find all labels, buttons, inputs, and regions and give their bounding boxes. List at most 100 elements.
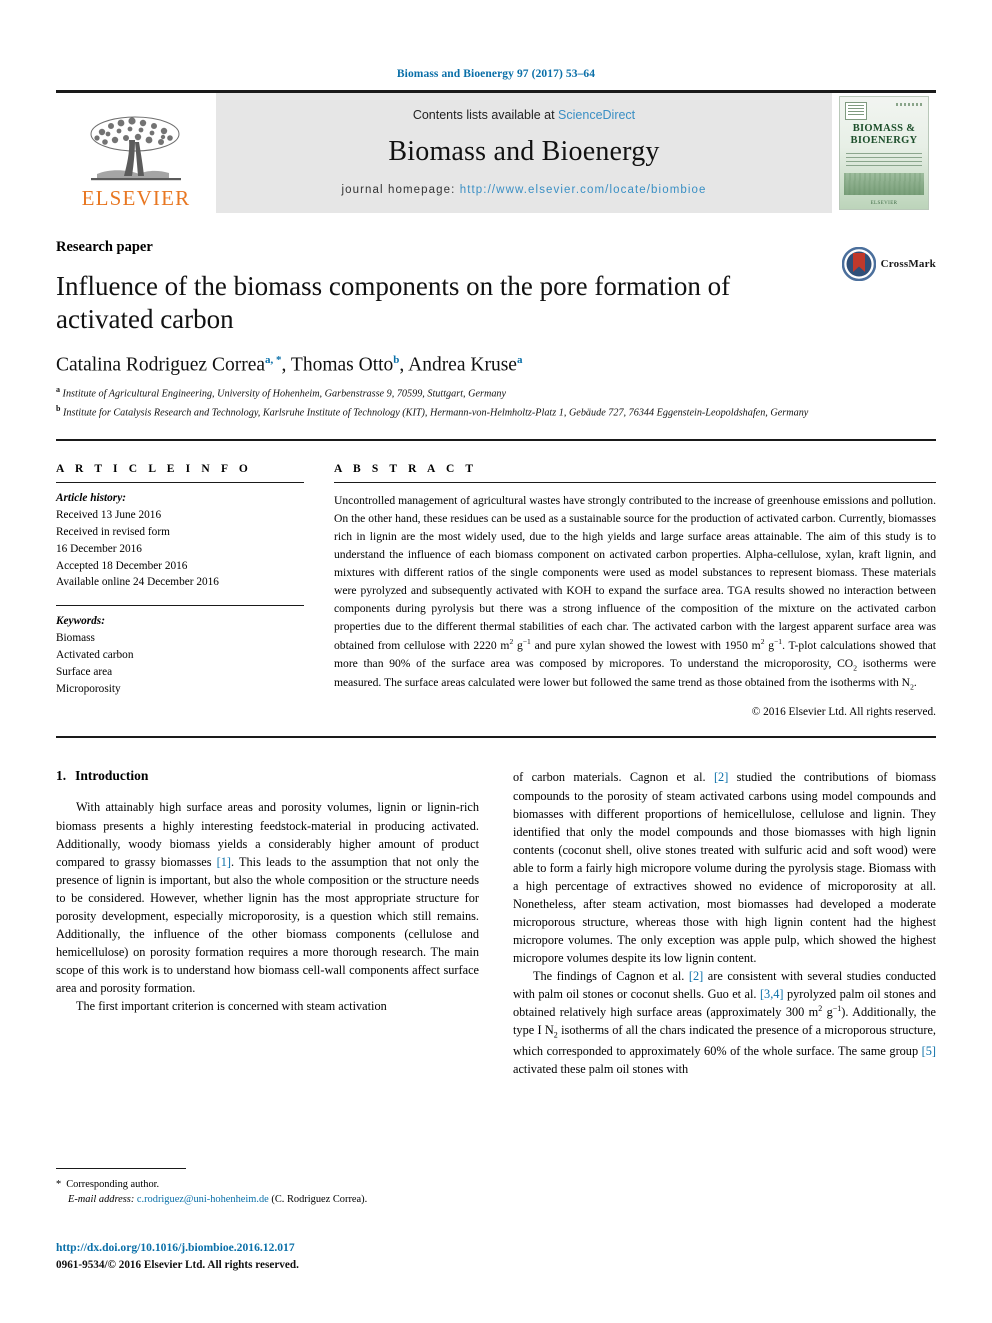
abstract-part-3: and pure xylan showed the lowest with 19… xyxy=(530,639,761,653)
keywords-label: Keywords: xyxy=(56,615,105,628)
body-divider xyxy=(56,736,936,739)
paragraph: With attainably high surface areas and p… xyxy=(56,798,479,997)
author-3: Andrea Kruse xyxy=(408,354,517,376)
section-title: Introduction xyxy=(75,768,149,784)
paragraph-text: activated these palm oil stones with xyxy=(513,1061,689,1076)
journal-homepage-line: journal homepage: http://www.elsevier.co… xyxy=(341,184,706,196)
history-item: Accepted 18 December 2016 xyxy=(56,559,188,572)
keyword-item: Biomass xyxy=(56,632,95,645)
email-suffix: (C. Rodriguez Correa). xyxy=(271,1194,368,1206)
citation-link[interactable]: [2] xyxy=(714,770,728,784)
abstract-unit-sup-4: −1 xyxy=(774,637,783,647)
cover-publisher-mark-icon xyxy=(845,102,867,120)
doi-block: http://dx.doi.org/10.1016/j.biombioe.201… xyxy=(56,1240,556,1273)
keyword-item: Activated carbon xyxy=(56,649,134,662)
cover-title-line1: BIOMASS & xyxy=(852,123,916,134)
paragraph-text: The findings of Cagnon et al. xyxy=(533,969,689,984)
cover-title-line2: BIOENERGY xyxy=(850,135,918,147)
crossmark-label: CrossMark xyxy=(880,258,936,270)
article-info-heading: A R T I C L E I N F O xyxy=(56,462,252,475)
article-info-column: A R T I C L E I N F O Article history: R… xyxy=(56,463,304,719)
keyword-item: Surface area xyxy=(56,666,113,679)
contents-prefix: Contents lists available at xyxy=(412,108,559,122)
history-item: Received in revised form xyxy=(56,525,170,538)
cover-photo xyxy=(844,173,924,195)
article-history-label: Article history: xyxy=(56,491,126,504)
body-left-column: 1. Introduction With attainably high surf… xyxy=(56,768,479,1077)
abstract-part-7: . xyxy=(913,676,917,690)
doi-link[interactable]: http://dx.doi.org/10.1016/j.biombioe.201… xyxy=(56,1240,556,1257)
history-item: 16 December 2016 xyxy=(56,542,142,555)
footnote-star: * xyxy=(56,1179,62,1190)
journal-title: Biomass and Bioenergy xyxy=(388,136,660,167)
info-abstract-section: A R T I C L E I N F O Article history: R… xyxy=(56,462,936,719)
article-header: Research paper Influence of the biomass … xyxy=(56,239,936,336)
history-item: Available online 24 December 2016 xyxy=(56,576,219,589)
paragraph-text: The first important criterion is concern… xyxy=(76,999,387,1014)
unit-superscript: −1 xyxy=(832,1004,842,1014)
email-link[interactable]: c.rodriguez@uni-hohenheim.de xyxy=(137,1194,269,1205)
affiliation-b: b Institute for Catalysis Research and T… xyxy=(56,403,936,421)
banner-center: Contents lists available at ScienceDirec… xyxy=(216,93,832,213)
contents-available-line: Contents lists available at ScienceDirec… xyxy=(413,108,635,122)
affiliation-a-text: Institute of Agricultural Engineering, U… xyxy=(62,388,507,400)
journal-banner: ELSEVIER Contents lists available at Sci… xyxy=(56,90,936,213)
footnote-block: * Corresponding author. E-mail address: c… xyxy=(56,1168,479,1207)
corresponding-author-note: * Corresponding author. xyxy=(56,1177,479,1192)
paragraph: The first important criterion is concern… xyxy=(56,997,479,1015)
paragraph-text: studied the contributions of biomass com… xyxy=(513,770,936,966)
email-label: E-mail address: xyxy=(68,1194,135,1206)
article-type-label: Research paper xyxy=(56,239,153,255)
copyright-line: © 2016 Elsevier Ltd. All rights reserved… xyxy=(751,706,936,719)
body-right-column: of carbon materials. Cagnon et al. [2] s… xyxy=(513,768,936,1077)
elsevier-tree-icon xyxy=(90,116,181,181)
article-history-block: Article history: Received 13 June 2016 R… xyxy=(56,483,304,592)
issn-copyright-line: 0961-9534/© 2016 Elsevier Ltd. All right… xyxy=(56,1258,299,1271)
affiliation-b-mark: b xyxy=(56,404,61,414)
journal-cover-thumbnail: BIOMASS & BIOENERGY ELSEVIER xyxy=(832,93,936,213)
header-divider xyxy=(56,438,936,441)
elsevier-logo: ELSEVIER xyxy=(56,93,216,213)
section-heading-introduction: 1. Introduction xyxy=(56,768,479,784)
history-item: Received 13 June 2016 xyxy=(56,508,162,521)
abstract-unit-sup-2: −1 xyxy=(522,637,531,647)
footnote-rule xyxy=(56,1168,186,1169)
sciencedirect-link[interactable]: ScienceDirect xyxy=(558,108,635,122)
homepage-url-link[interactable]: http://www.elsevier.com/locate/biombioe xyxy=(460,184,707,196)
cover-title: BIOMASS & BIOENERGY xyxy=(840,123,928,147)
abstract-part-1: Uncontrolled management of agricultural … xyxy=(334,493,936,653)
section-number: 1. xyxy=(56,768,67,784)
keywords-block: Keywords: Biomass Activated carbon Surfa… xyxy=(56,606,304,698)
email-note: E-mail address: c.rodriguez@uni-hohenhei… xyxy=(56,1192,479,1207)
citation-link[interactable]: [5] xyxy=(922,1044,936,1058)
paragraph: The findings of Cagnon et al. [2] are co… xyxy=(513,967,936,1078)
paragraph-text: . This leads to the assumption that not … xyxy=(56,854,480,996)
keyword-item: Microporosity xyxy=(56,683,121,696)
cover-footer: ELSEVIER xyxy=(870,201,898,206)
author-2-marks: b xyxy=(393,353,400,366)
paragraph-text: isotherms of all the chars indicated the… xyxy=(513,1023,937,1058)
crossmark-icon xyxy=(841,247,876,281)
citation-link[interactable]: [2] xyxy=(689,969,703,983)
page-title: Influence of the biomass components on t… xyxy=(56,271,731,334)
crossmark-badge[interactable]: CrossMark xyxy=(841,247,936,281)
abstract-text: Uncontrolled management of agricultural … xyxy=(334,483,936,694)
abstract-heading: A B S T R A C T xyxy=(334,462,478,475)
paragraph: of carbon materials. Cagnon et al. [2] s… xyxy=(513,768,936,967)
corresponding-author-text: Corresponding author. xyxy=(66,1179,160,1190)
author-list: Catalina Rodriguez Correaa, *, Thomas Ot… xyxy=(56,353,523,376)
paragraph-text: g xyxy=(822,1005,833,1020)
homepage-prefix: journal homepage: xyxy=(341,184,460,196)
body-columns: 1. Introduction With attainably high surf… xyxy=(56,768,936,1077)
abstract-part-4: g xyxy=(764,639,775,653)
affiliation-a-mark: a xyxy=(56,385,60,395)
author-1: Catalina Rodriguez Correa xyxy=(56,354,266,376)
abstract-column: A B S T R A C T Uncontrolled management … xyxy=(334,462,936,719)
author-1-marks: a, * xyxy=(265,353,282,366)
affiliation-a: a Institute of Agricultural Engineering,… xyxy=(56,384,936,402)
author-3-marks: a xyxy=(516,353,523,366)
citation-link[interactable]: [1] xyxy=(217,855,231,869)
paragraph-text: of carbon materials. Cagnon et al. xyxy=(513,770,714,785)
citation-link[interactable]: [3,4] xyxy=(760,987,784,1001)
paper-page: Biomass and Bioenergy 97 (2017) 53–64 EL… xyxy=(0,0,992,1323)
